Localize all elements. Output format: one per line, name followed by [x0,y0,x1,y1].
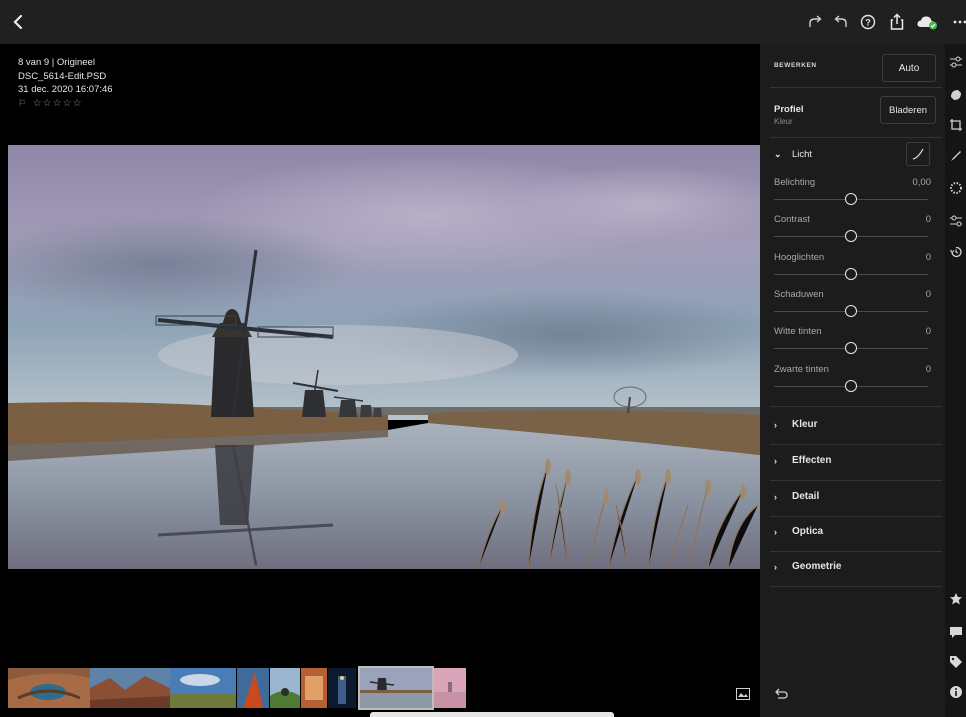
chevron-right-icon: › [774,455,777,466]
section-label: Effecten [792,455,832,466]
filmstrip-thumb[interactable] [90,668,170,708]
slider-handle[interactable] [844,379,857,392]
divider [770,87,942,88]
slider-value[interactable]: 0 [926,289,931,300]
filmstrip-toggle-icon[interactable] [734,686,752,702]
help-circle-icon[interactable]: ? [856,10,880,34]
chevron-right-icon: › [774,419,777,430]
photo-info: 8 van 9 | Origineel DSC_5614-Edit.PSD 31… [18,56,113,110]
undo-icon[interactable] [829,10,853,34]
slider-handle[interactable] [844,304,857,317]
crop-icon[interactable] [948,117,964,133]
slider-label: Belichting [774,177,816,188]
panel-header: BEWERKEN [774,62,817,69]
more-horizontal-icon[interactable] [948,10,966,34]
color-icon[interactable] [948,87,964,103]
texture-icon[interactable] [948,180,964,196]
svg-text:?: ? [865,18,871,28]
edit-panel: BEWERKEN Auto Profiel Kleur Bladeren ⌄ L… [760,44,945,717]
chevron-down-icon: ⌄ [774,149,782,159]
redo-icon[interactable] [803,10,827,34]
filmstrip-thumb[interactable] [170,668,236,708]
divider [770,137,942,138]
slider-handle[interactable] [844,230,857,243]
divider [770,444,942,445]
filmstrip-thumb[interactable] [328,668,356,708]
slider-handle[interactable] [844,342,857,355]
section-label: Geometrie [792,561,842,572]
chevron-left-icon[interactable] [4,7,32,37]
browse-profiles-button[interactable]: Bladeren [880,96,936,124]
home-indicator [370,712,614,717]
filmstrip-thumb[interactable] [270,668,300,708]
photo-filename: DSC_5614-Edit.PSD [18,70,107,82]
star-icon[interactable] [948,591,964,607]
history-icon[interactable] [948,244,964,260]
filmstrip [0,664,760,717]
chevron-right-icon: › [774,491,777,502]
divider [770,406,942,407]
slider-value[interactable]: 0 [926,252,931,263]
section-detail[interactable]: › Detail [774,491,819,502]
slider-handle[interactable] [844,193,857,205]
divider [770,516,942,517]
slider-label: Witte tinten [774,326,822,338]
divider [770,480,942,481]
divider [770,551,942,552]
divider [770,586,942,587]
cloud-synced-icon[interactable] [915,10,939,34]
main-photo[interactable] [8,145,760,569]
photo-position: 8 van 9 | Origineel [18,57,95,68]
tag-icon[interactable] [948,654,964,670]
tone-curve-icon[interactable] [906,142,930,166]
flag-and-rating: ⚐ ☆☆☆☆☆ [18,97,113,111]
filmstrip-thumb[interactable] [8,668,90,708]
filmstrip-thumb[interactable] [237,668,269,708]
filmstrip-thumb[interactable] [301,668,327,708]
selective-icon[interactable] [948,213,964,229]
share-icon[interactable] [885,10,909,34]
tool-strip [945,44,966,717]
slider-handle[interactable] [844,267,857,280]
filmstrip-thumb[interactable] [434,668,466,708]
chevron-right-icon: › [774,561,777,572]
star-rating[interactable]: ☆☆☆☆☆ [33,98,83,109]
slider-value[interactable]: 0,00 [913,177,932,188]
light-adjust-icon[interactable] [948,54,964,70]
brush-icon[interactable] [948,148,964,164]
slider-value[interactable]: 0 [926,326,931,337]
section-label: Kleur [792,419,818,430]
section-label: Optica [792,526,824,537]
section-kleur[interactable]: › Kleur [774,419,818,430]
flag-icon[interactable]: ⚐ [18,98,26,108]
slider-label: Schaduwen [774,288,824,300]
slider-label: Contrast [774,214,810,226]
photo-datetime: 31 dec. 2020 16:07:46 [18,84,113,95]
section-optica[interactable]: › Optica [774,526,823,537]
info-icon[interactable] [948,684,964,700]
reset-icon[interactable] [774,687,788,705]
slider-value[interactable]: 0 [926,214,931,225]
section-light-label: Licht [792,149,813,160]
section-geometrie[interactable]: › Geometrie [774,561,841,572]
auto-button[interactable]: Auto [882,54,936,82]
section-effecten[interactable]: › Effecten [774,455,831,466]
slider-label: Zwarte tinten [774,363,829,375]
windmill-canal-photo [8,145,760,569]
section-label: Detail [792,491,820,502]
chevron-right-icon: › [774,526,777,537]
section-light-header[interactable]: ⌄ Licht [774,149,812,160]
profile-label: Profiel [774,104,804,115]
slider-label: Hooglichten [774,251,825,263]
profile-value: Kleur [774,117,793,126]
comment-icon[interactable] [948,624,964,640]
slider-value[interactable]: 0 [926,364,931,375]
filmstrip-thumb-selected[interactable] [358,666,434,710]
